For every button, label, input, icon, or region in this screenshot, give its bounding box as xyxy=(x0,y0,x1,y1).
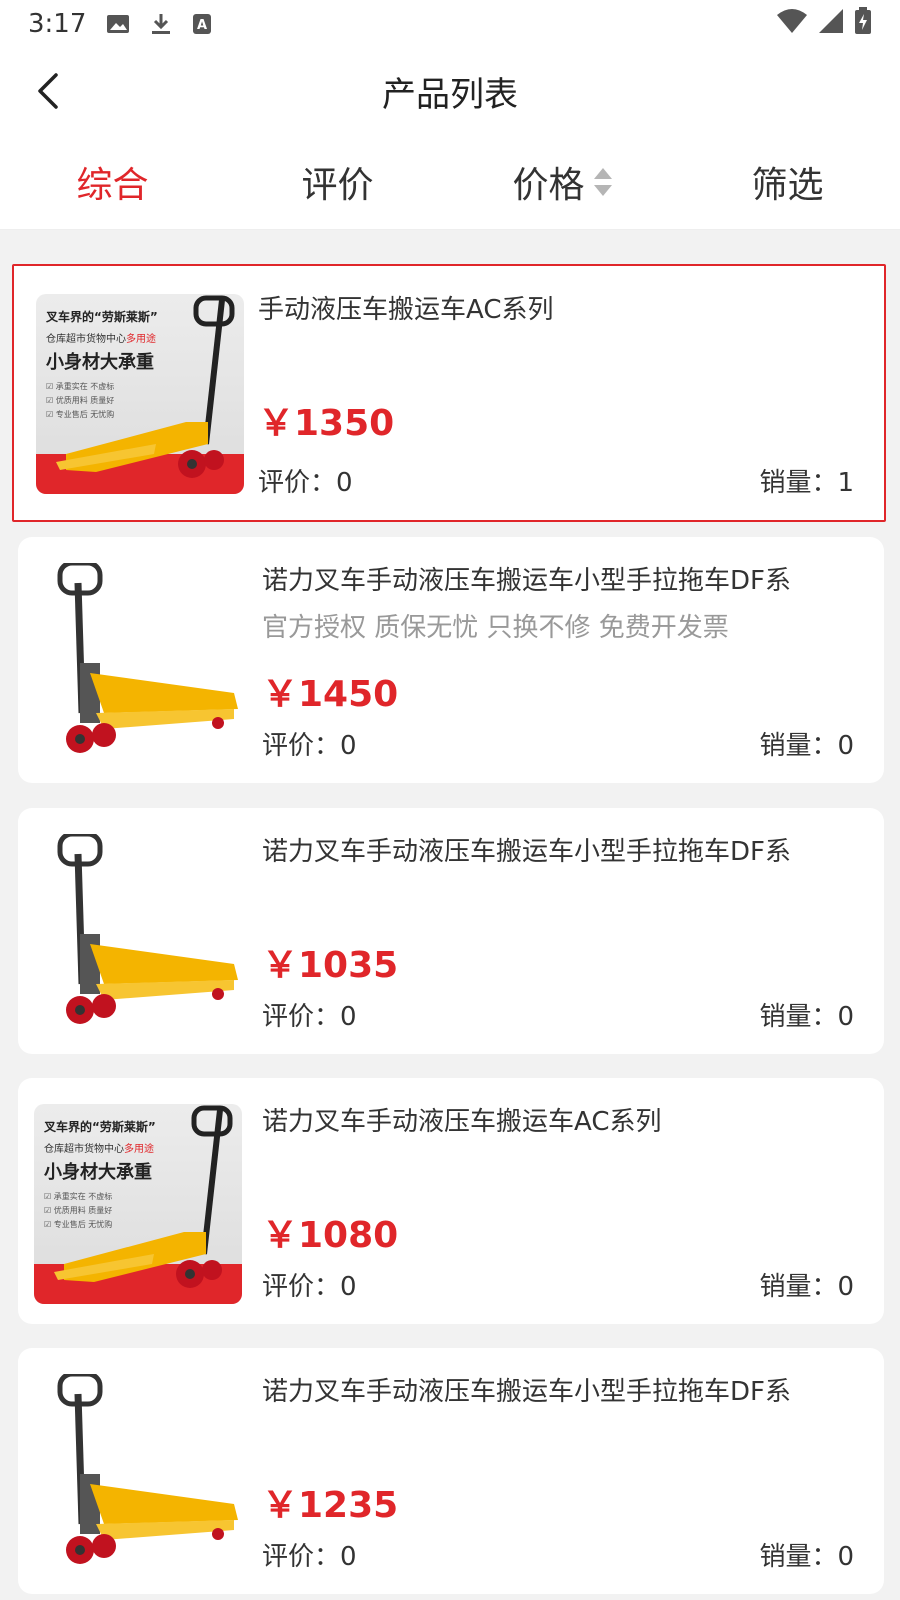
tab-label: 价格 xyxy=(512,164,585,206)
product-image: 叉车界的“劳斯莱斯” 仓库超市货物中心多用途 小身材大承重 ☑ 承重实在 不虚标… xyxy=(36,294,244,494)
product-rating: 评价：0 xyxy=(262,1541,357,1572)
status-bar: 3:17 A xyxy=(0,0,900,48)
product-sales: 销量：0 xyxy=(759,1271,854,1302)
product-info: 诺力叉车手动液压车搬运车小型手拉拖车DF系 官方授权 质保无忧 只换不修 免费开… xyxy=(262,561,854,763)
tab-overall[interactable]: 综合 xyxy=(0,156,225,208)
product-rating: 评价：0 xyxy=(262,1001,357,1032)
pallet-truck-illustration xyxy=(57,1374,238,1564)
poster-image: 叉车界的“劳斯莱斯” 仓库超市货物中心多用途 小身材大承重 ☑ 承重实在 不虚标… xyxy=(36,294,244,494)
sort-arrows-icon xyxy=(593,167,613,197)
tab-label: 综合 xyxy=(76,164,149,206)
product-price: ￥1450 xyxy=(262,674,399,715)
product-rating: 评价：0 xyxy=(258,467,353,498)
page-title: 产品列表 xyxy=(382,74,518,115)
product-card[interactable]: 诺力叉车手动液压车搬运车小型手拉拖车DF系 ￥1235 评价：0 销量：0 xyxy=(18,1348,884,1594)
tab-label: 评价 xyxy=(301,164,374,206)
download-icon xyxy=(150,12,172,36)
pallet-truck-illustration xyxy=(57,563,238,753)
product-info: 诺力叉车手动液压车搬运车小型手拉拖车DF系 ￥1035 评价：0 销量：0 xyxy=(262,832,854,1034)
product-sales: 销量：0 xyxy=(759,1541,854,1572)
product-price: ￥1235 xyxy=(262,1485,399,1526)
battery-icon xyxy=(854,6,872,42)
signal-icon xyxy=(818,8,844,41)
tab-rating[interactable]: 评价 xyxy=(225,156,450,208)
status-time: 3:17 xyxy=(28,9,87,39)
product-name: 诺力叉车手动液压车搬运车小型手拉拖车DF系 xyxy=(262,1377,791,1407)
product-image xyxy=(34,834,242,1034)
product-subtitle: 官方授权 质保无忧 只换不修 免费开发票 xyxy=(262,613,729,643)
product-info: 手动液压车搬运车AC系列 ￥1350 评价：0 销量：1 xyxy=(258,290,854,500)
product-card[interactable]: 叉车界的“劳斯莱斯” 仓库超市货物中心多用途 小身材大承重 ☑ 承重实在 不虚标… xyxy=(12,264,886,522)
product-card[interactable]: 诺力叉车手动液压车搬运车小型手拉拖车DF系 ￥1035 评价：0 销量：0 xyxy=(18,808,884,1054)
product-name: 诺力叉车手动液压车搬运车小型手拉拖车DF系 xyxy=(262,837,791,867)
product-price: ￥1350 xyxy=(258,403,395,444)
pallet-truck-illustration xyxy=(56,295,235,478)
image-icon xyxy=(106,14,130,34)
svg-text:A: A xyxy=(197,18,207,33)
product-price: ￥1035 xyxy=(262,945,399,986)
product-info: 诺力叉车手动液压车搬运车AC系列 ￥1080 评价：0 销量：0 xyxy=(262,1102,854,1304)
product-name: 手动液压车搬运车AC系列 xyxy=(258,295,554,325)
product-name: 诺力叉车手动液压车搬运车AC系列 xyxy=(262,1107,662,1137)
product-sales: 销量：1 xyxy=(759,467,854,498)
product-meta: 评价：0 销量：0 xyxy=(262,723,854,763)
product-rating: 评价：0 xyxy=(262,1271,357,1302)
tab-label: 筛选 xyxy=(751,164,824,206)
product-info: 诺力叉车手动液压车搬运车小型手拉拖车DF系 ￥1235 评价：0 销量：0 xyxy=(262,1372,854,1574)
app-notification-icon: A xyxy=(192,13,212,35)
tab-price[interactable]: 价格 xyxy=(450,156,675,208)
product-card[interactable]: 叉车界的“劳斯莱斯” 仓库超市货物中心多用途 小身材大承重 ☑ 承重实在 不虚标… xyxy=(18,1078,884,1324)
product-image xyxy=(34,1374,242,1574)
product-card[interactable]: 诺力叉车手动液压车搬运车小型手拉拖车DF系 官方授权 质保无忧 只换不修 免费开… xyxy=(18,537,884,783)
product-sales: 销量：0 xyxy=(759,1001,854,1032)
chevron-left-icon xyxy=(38,73,58,109)
product-price: ￥1080 xyxy=(262,1215,399,1256)
product-meta: 评价：0 销量：0 xyxy=(262,994,854,1034)
poster-image: 叉车界的“劳斯莱斯” 仓库超市货物中心多用途 小身材大承重 ☑ 承重实在 不虚标… xyxy=(34,1104,242,1304)
product-meta: 评价：0 销量：1 xyxy=(258,460,854,500)
product-image: 叉车界的“劳斯莱斯” 仓库超市货物中心多用途 小身材大承重 ☑ 承重实在 不虚标… xyxy=(34,1104,242,1304)
product-image xyxy=(34,563,242,763)
product-name: 诺力叉车手动液压车搬运车小型手拉拖车DF系 xyxy=(262,566,791,596)
back-button[interactable] xyxy=(24,66,74,116)
nav-bar: 产品列表 xyxy=(0,48,900,134)
wifi-icon xyxy=(776,8,808,41)
product-sales: 销量：0 xyxy=(759,730,854,761)
pallet-truck-illustration xyxy=(54,1105,233,1288)
pallet-truck-illustration xyxy=(57,834,238,1024)
tab-filter[interactable]: 筛选 xyxy=(675,156,900,208)
product-meta: 评价：0 销量：0 xyxy=(262,1264,854,1304)
sort-tabs: 综合 评价 价格 筛选 xyxy=(0,134,900,230)
product-meta: 评价：0 销量：0 xyxy=(262,1534,854,1574)
product-rating: 评价：0 xyxy=(262,730,357,761)
